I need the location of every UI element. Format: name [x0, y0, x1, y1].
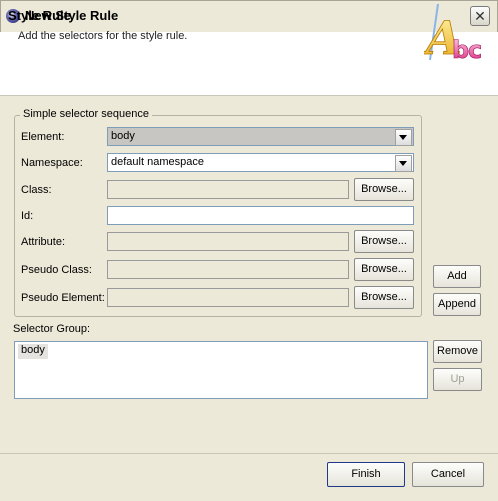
- namespace-value: default namespace: [111, 156, 204, 168]
- id-label: Id:: [21, 210, 34, 222]
- pseudo-class-browse-button[interactable]: Browse...: [354, 258, 414, 281]
- chevron-down-icon[interactable]: [395, 129, 412, 146]
- attribute-browse-button[interactable]: Browse...: [354, 230, 414, 253]
- logo-letter-b: b: [452, 36, 469, 62]
- abc-logo-icon: A b c: [424, 3, 483, 62]
- pseudo-element-field[interactable]: [107, 288, 349, 307]
- class-browse-button[interactable]: Browse...: [354, 178, 414, 201]
- namespace-label: Namespace:: [21, 157, 83, 169]
- up-button[interactable]: Up: [433, 368, 482, 391]
- attribute-field[interactable]: [107, 232, 349, 251]
- group-title: Simple selector sequence: [20, 108, 152, 120]
- pseudo-class-field[interactable]: [107, 260, 349, 279]
- class-label: Class:: [21, 184, 52, 196]
- page-title: Style Rule: [8, 8, 71, 23]
- list-item[interactable]: body: [18, 344, 48, 359]
- element-combo[interactable]: body: [107, 127, 414, 146]
- append-button[interactable]: Append: [433, 293, 481, 316]
- chevron-down-icon[interactable]: [395, 155, 412, 172]
- page-description: Add the selectors for the style rule.: [18, 30, 188, 42]
- pseudo-element-browse-button[interactable]: Browse...: [354, 286, 414, 309]
- add-button[interactable]: Add: [433, 265, 481, 288]
- footer-divider: [0, 453, 498, 454]
- pseudo-element-label: Pseudo Element:: [21, 292, 105, 304]
- finish-button[interactable]: Finish: [327, 462, 405, 487]
- pseudo-class-label: Pseudo Class:: [21, 264, 92, 276]
- element-label: Element:: [21, 131, 65, 143]
- remove-button[interactable]: Remove: [433, 340, 482, 363]
- selector-group-list[interactable]: [14, 341, 428, 399]
- element-value: body: [111, 130, 135, 142]
- cancel-button[interactable]: Cancel: [412, 462, 484, 487]
- id-field[interactable]: [107, 206, 414, 225]
- class-field[interactable]: [107, 180, 349, 199]
- attribute-label: Attribute:: [21, 236, 66, 248]
- selector-group-label: Selector Group:: [13, 323, 91, 335]
- logo-letter-c: c: [468, 36, 482, 62]
- namespace-combo[interactable]: default namespace: [107, 153, 414, 172]
